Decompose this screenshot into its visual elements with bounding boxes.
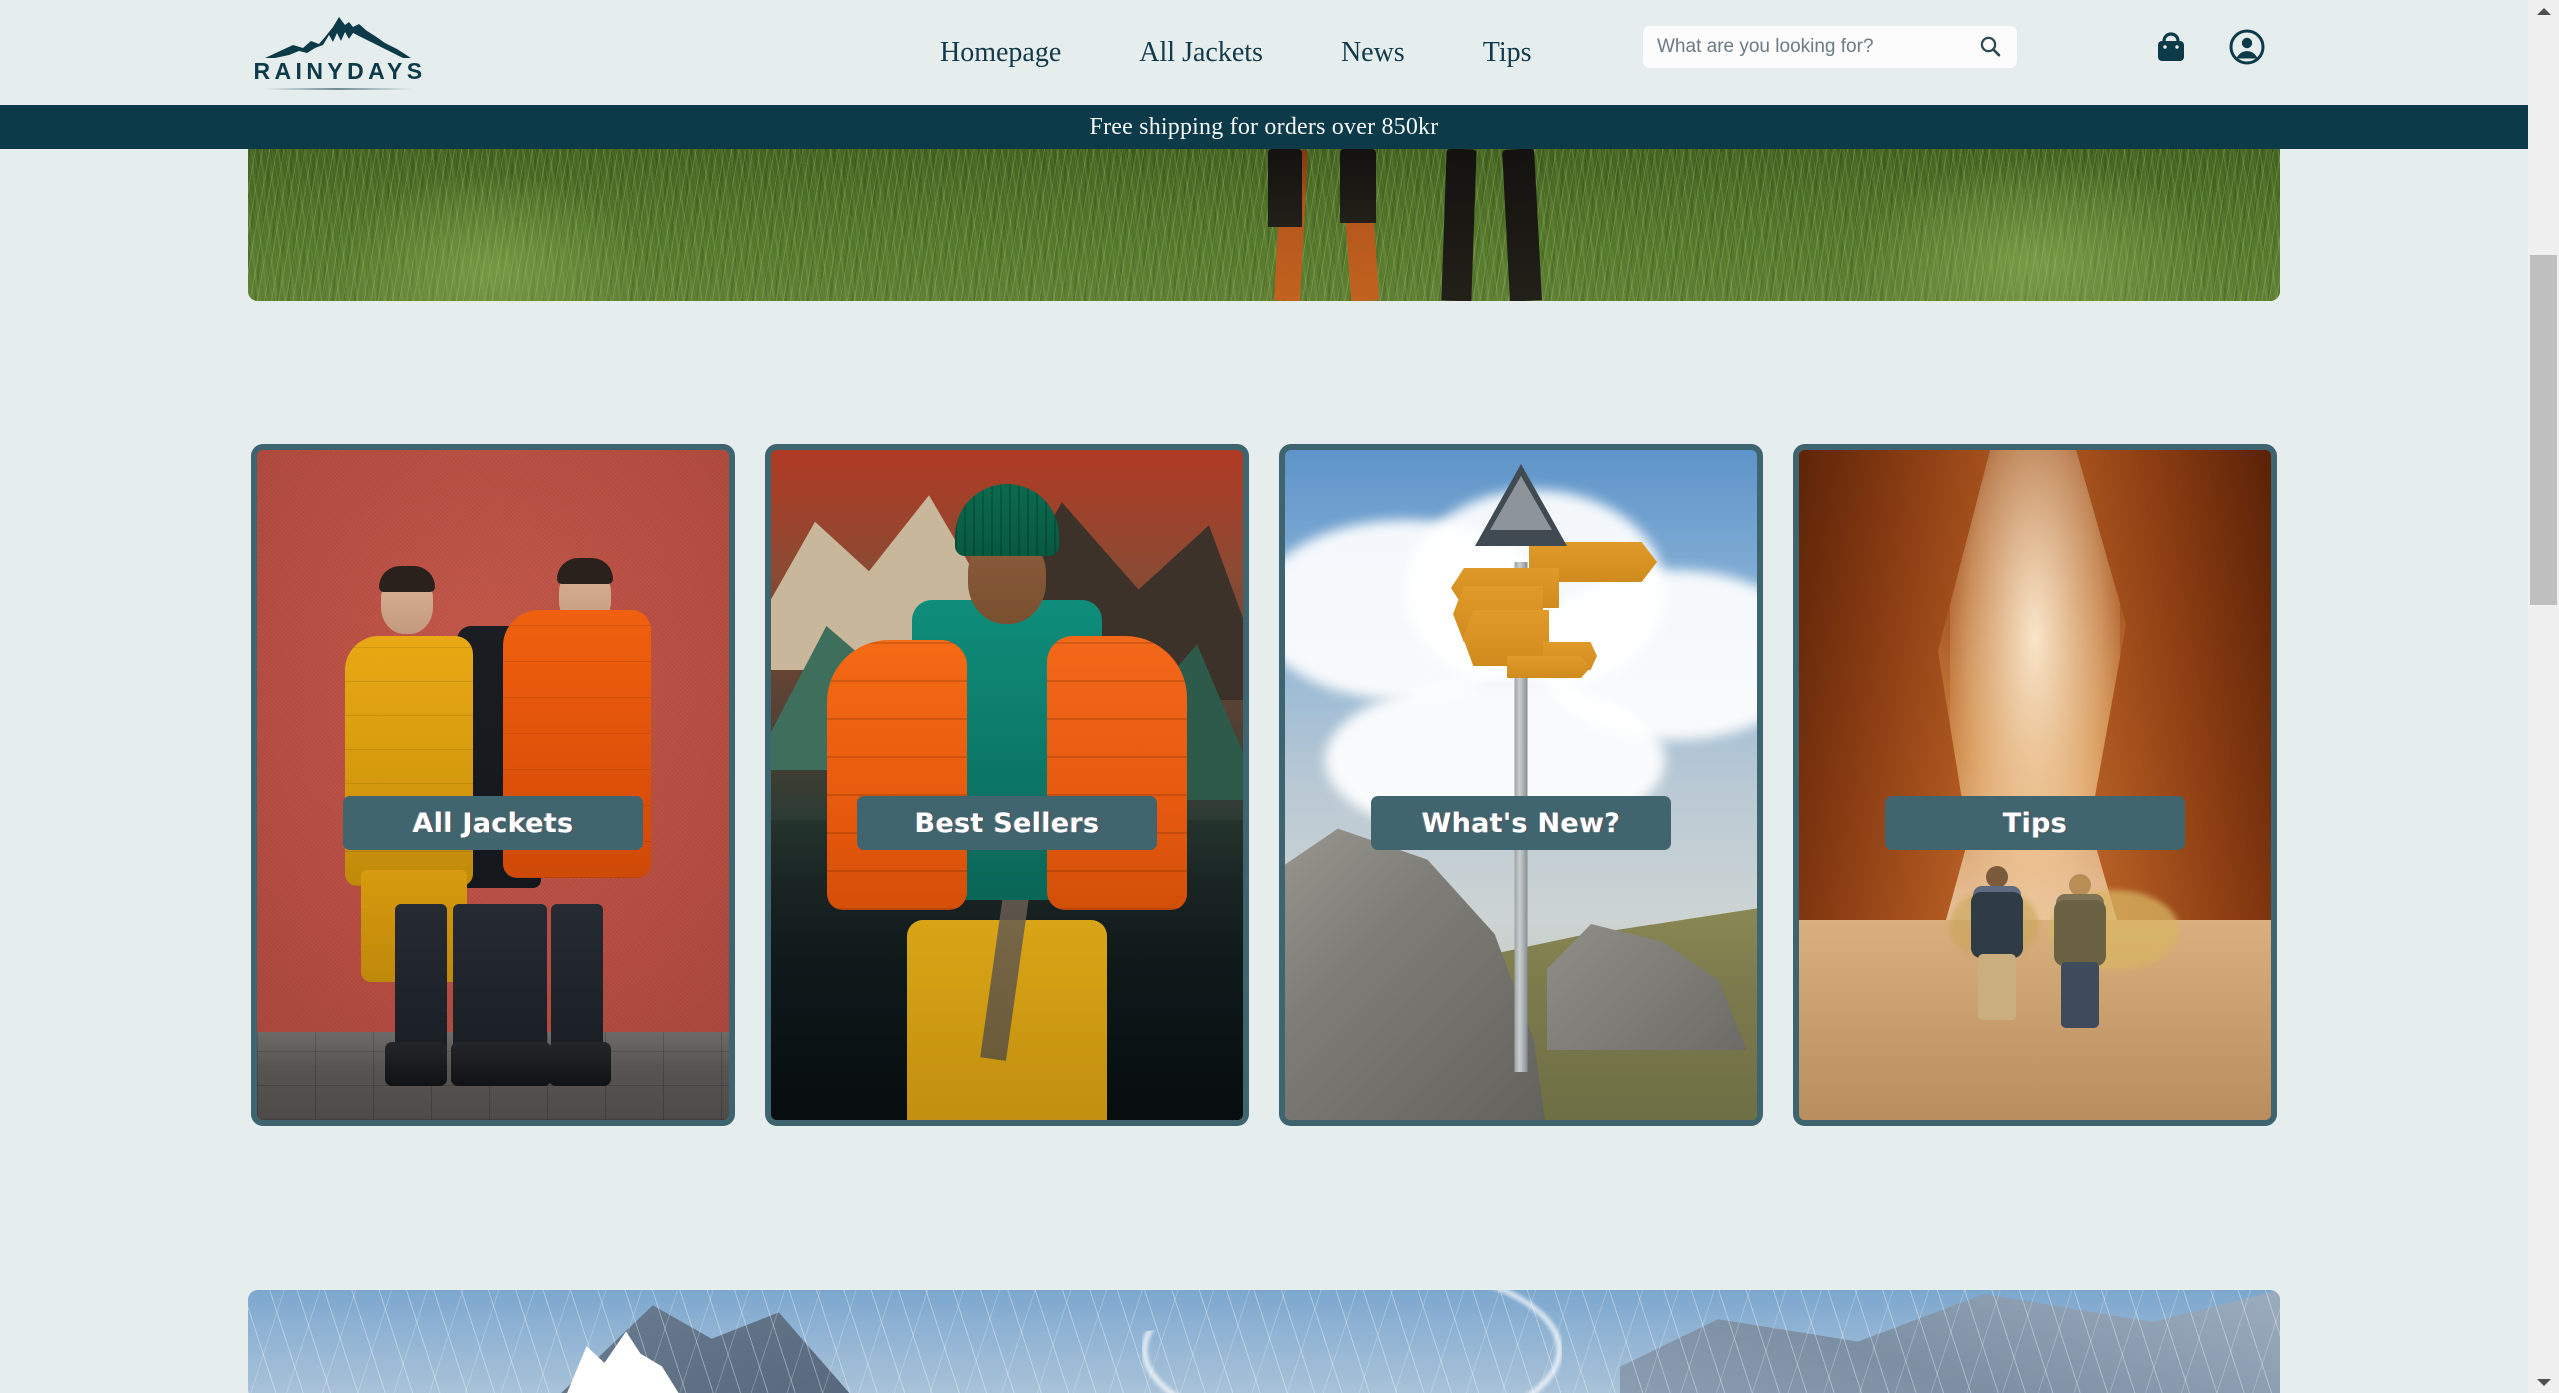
cart-icon — [2152, 28, 2190, 69]
scrollbar-thumb[interactable] — [2530, 255, 2557, 605]
search-icon — [1978, 34, 2002, 61]
announcement-banner: Free shipping for orders over 850kr — [0, 105, 2528, 149]
mountain-icon — [263, 15, 413, 59]
category-image — [1799, 450, 2271, 1120]
hero-leg — [1340, 149, 1376, 223]
scrollbar-down-button[interactable] — [2528, 1371, 2559, 1393]
bottom-hero-image — [248, 1290, 2280, 1393]
category-card-tips[interactable]: Tips — [1793, 444, 2277, 1126]
logo-wordmark: RAINYDAYS — [253, 58, 427, 84]
hiker-figure — [2051, 874, 2109, 1028]
account-button[interactable] — [2228, 28, 2266, 69]
category-label-text: All Jackets — [412, 807, 574, 839]
hero-grass-texture — [248, 149, 2280, 301]
category-image — [1285, 450, 1757, 1120]
category-label-text: What's New? — [1421, 807, 1621, 839]
nav-link-all-jackets[interactable]: All Jackets — [1139, 37, 1263, 69]
category-image — [771, 450, 1243, 1120]
page-canvas: RAINYDAYS Homepage All Jackets News Tips — [0, 0, 2528, 1393]
hiker-figure — [1967, 866, 2027, 1026]
nav-link-news[interactable]: News — [1341, 37, 1405, 69]
category-label-text: Tips — [2002, 807, 2068, 839]
category-label-tips[interactable]: Tips — [1885, 796, 2185, 850]
header-actions — [2152, 28, 2266, 69]
search-input[interactable] — [1657, 36, 1975, 58]
hero-leg — [1441, 149, 1477, 301]
chevron-up-icon — [2536, 7, 2551, 15]
scrollbar-up-button[interactable] — [2528, 0, 2559, 22]
vertical-scrollbar[interactable] — [2528, 0, 2559, 1393]
search-bar[interactable] — [1643, 26, 2017, 68]
category-card-all-jackets[interactable]: All Jackets — [251, 444, 735, 1126]
main-navigation: Homepage All Jackets News Tips — [940, 0, 1532, 105]
category-card-row: All Jackets Best Sellers What's New? Tip… — [0, 444, 2528, 1126]
site-header: RAINYDAYS Homepage All Jackets News Tips — [0, 0, 2528, 105]
category-card-whats-new[interactable]: What's New? — [1279, 444, 1763, 1126]
cart-button[interactable] — [2152, 28, 2190, 69]
category-label-whats-new[interactable]: What's New? — [1371, 796, 1671, 850]
announcement-text: Free shipping for orders over 850kr — [1089, 113, 1439, 140]
nav-link-tips[interactable]: Tips — [1483, 37, 1532, 69]
hero-leg — [1268, 149, 1302, 227]
chevron-down-icon — [2536, 1378, 2551, 1386]
category-card-best-sellers[interactable]: Best Sellers — [765, 444, 1249, 1126]
category-label-best-sellers[interactable]: Best Sellers — [857, 796, 1157, 850]
category-label-all-jackets[interactable]: All Jackets — [343, 796, 643, 850]
logo-underline — [263, 88, 413, 90]
account-icon — [2228, 28, 2266, 69]
search-button[interactable] — [1975, 32, 2005, 62]
hero-image — [248, 149, 2280, 301]
nav-link-homepage[interactable]: Homepage — [940, 37, 1061, 69]
site-logo[interactable]: RAINYDAYS — [252, 14, 424, 90]
category-image — [257, 450, 729, 1120]
category-label-text: Best Sellers — [914, 807, 1100, 839]
